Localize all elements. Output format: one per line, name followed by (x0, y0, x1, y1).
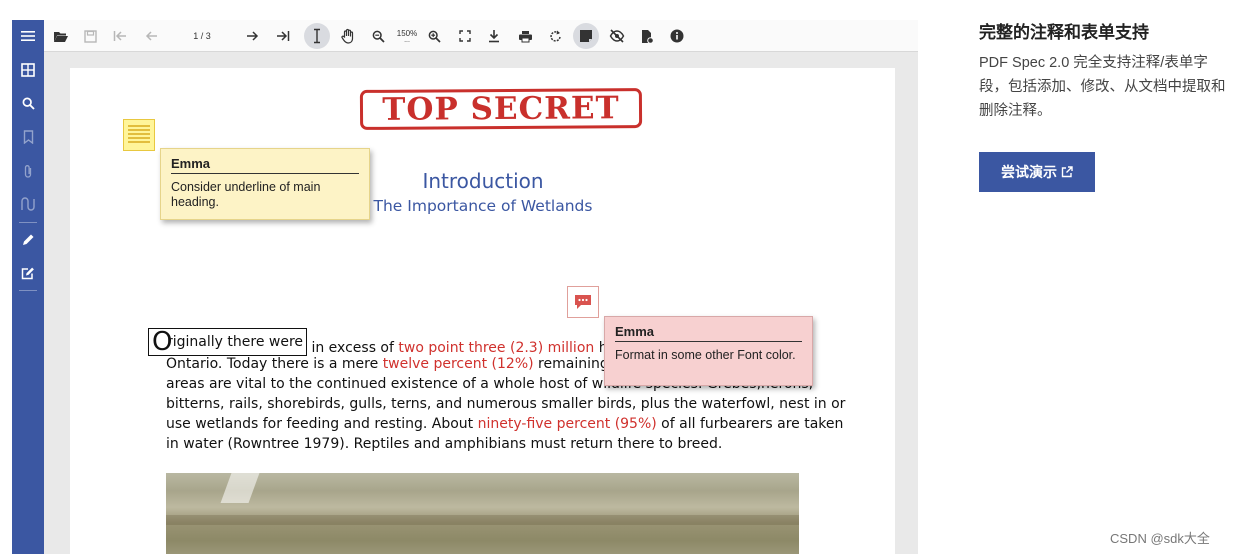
edit-form-icon[interactable] (12, 258, 44, 288)
page-indicator-text: 1 / 3 (193, 31, 211, 41)
document-properties-icon[interactable] (634, 23, 660, 49)
zoom-dropdown-dots: ... (404, 36, 410, 44)
zoom-out-icon[interactable] (365, 23, 391, 49)
text-span: use wetlands for feeding and resting. Ab… (166, 416, 478, 432)
panel-description: PDF Spec 2.0 完全支持注释/表单字段，包括添加、修改、从文档中提取和… (979, 55, 1226, 119)
external-link-icon (1061, 166, 1073, 178)
text-span: bitterns, rails, shorebirds, gulls, tern… (166, 396, 846, 412)
red-text-span: twelve percent (12%) (382, 356, 534, 372)
stamp-text: TOP SECRET (382, 90, 620, 128)
text-box-annotation[interactable]: Originally there were (148, 327, 308, 357)
text-span: Ontario. Today there is a mere (166, 356, 383, 372)
wetland-photo (166, 473, 799, 554)
annotation-text: Format in some other Font color. (615, 348, 796, 362)
toolbar: 1 / 3 150% ... (44, 20, 918, 52)
text-select-icon[interactable] (304, 23, 330, 49)
watermark: CSDN @sdk大全 (1110, 531, 1210, 546)
first-page-icon[interactable] (107, 23, 133, 49)
text-span: in water (Rowntree 1979). Reptiles and a… (166, 436, 723, 452)
download-icon[interactable] (481, 23, 507, 49)
attachment-icon[interactable] (12, 156, 44, 186)
text-box-text: riginally there were (167, 334, 304, 350)
previous-page-icon[interactable] (138, 23, 164, 49)
rotate-icon[interactable] (542, 23, 568, 49)
text-span: of all furbearers are taken (656, 416, 844, 432)
print-icon[interactable] (512, 23, 538, 49)
pdf-page: TOP SECRET Emma Consider underline of ma… (70, 68, 895, 554)
fit-page-icon[interactable] (452, 23, 478, 49)
next-page-icon[interactable] (239, 23, 265, 49)
paragraph-line: use wetlands for feeding and resting. Ab… (166, 414, 843, 434)
document-heading: Introduction (422, 169, 544, 193)
pen-icon[interactable] (12, 225, 44, 255)
top-secret-stamp[interactable]: TOP SECRET (359, 88, 643, 130)
paragraph-line: in water (Rowntree 1979). Reptiles and a… (166, 434, 806, 454)
pdf-viewer: 1 / 3 150% ... TOP SECRET Emma Consider … (12, 20, 918, 554)
zoom-in-icon[interactable] (421, 23, 447, 49)
red-text-span: ninety-five percent (95%) (477, 416, 657, 432)
save-icon[interactable] (77, 23, 103, 49)
drop-cap: O (152, 327, 173, 357)
info-icon[interactable] (664, 23, 690, 49)
sticky-note-icon[interactable] (123, 119, 155, 151)
annotation-author: Emma (615, 324, 802, 342)
zoom-level-dropdown[interactable]: 150% ... (391, 23, 423, 49)
bookmark-icon[interactable] (12, 122, 44, 152)
panel-title: 完整的注释和表单支持 (979, 23, 1149, 42)
try-demo-label: 尝试演示 (1001, 164, 1057, 180)
signature-icon[interactable] (12, 189, 44, 219)
try-demo-button[interactable]: 尝试演示 (979, 152, 1095, 192)
hide-annotations-icon[interactable] (604, 23, 630, 49)
page-indicator[interactable]: 1 / 3 (172, 23, 232, 49)
pan-hand-icon[interactable] (335, 23, 361, 49)
comment-icon[interactable] (567, 286, 599, 318)
annotation-panel-icon[interactable] (573, 23, 599, 49)
last-page-icon[interactable] (270, 23, 296, 49)
sidebar-divider (19, 290, 37, 291)
menu-icon[interactable] (12, 21, 44, 51)
search-icon[interactable] (12, 88, 44, 118)
paragraph-line: bitterns, rails, shorebirds, gulls, tern… (166, 394, 845, 414)
document-subheading: The Importance of Wetlands (373, 197, 593, 215)
sidebar (12, 20, 44, 554)
thumbnails-icon[interactable] (12, 55, 44, 85)
open-file-icon[interactable] (48, 23, 74, 49)
sidebar-divider (19, 222, 37, 223)
annotation-popup-pink[interactable]: Emma Format in some other Font color. (604, 316, 813, 386)
